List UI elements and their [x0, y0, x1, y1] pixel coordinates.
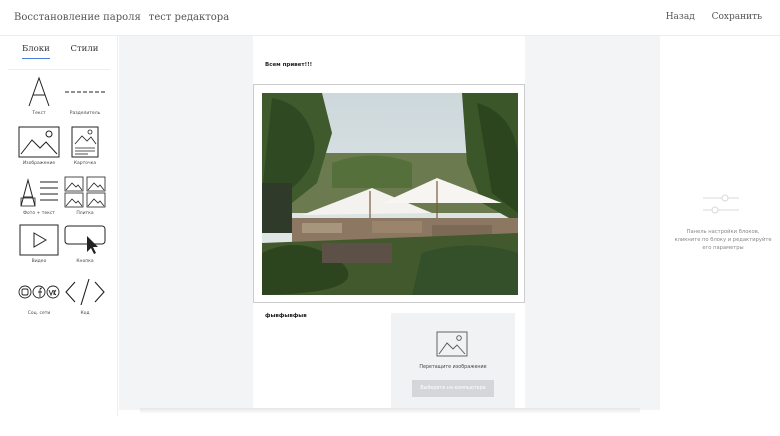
page-title: Восстановление пароля тест редактора — [14, 12, 229, 23]
block-social[interactable]: Соц. сети — [16, 276, 62, 316]
text-block[interactable]: фывфывфыв — [265, 313, 307, 319]
canvas-bottom-shadow — [140, 408, 640, 414]
block-code[interactable]: Код — [62, 276, 108, 316]
card-icon — [71, 126, 99, 158]
back-button[interactable]: Назад — [666, 12, 695, 22]
tiles-icon — [64, 176, 106, 208]
terrace-photo — [262, 93, 518, 295]
blocks-sidebar: Блоки Стили Текст Разделитель Изображени… — [0, 36, 118, 416]
block-label: Видео — [31, 259, 47, 264]
dropzone-text: Перетащите изображение — [419, 365, 487, 370]
block-divider[interactable]: Разделитель — [62, 76, 108, 116]
block-label: Разделитель — [69, 111, 101, 116]
block-label: Текст — [32, 111, 46, 116]
block-label: Кнопка — [76, 259, 94, 264]
editor-canvas: Всем привет!!! фывфывфыв Перетащите изоб… — [119, 36, 660, 410]
image-icon — [18, 126, 60, 158]
settings-panel: Панель настройки блоков, кликните по бло… — [661, 36, 780, 416]
image-block[interactable] — [253, 84, 525, 303]
tab-divider — [8, 69, 110, 70]
block-label: Карточка — [73, 161, 97, 166]
greeting-text-block[interactable]: Всем привет!!! — [265, 62, 312, 68]
block-label: Фото + текст — [23, 211, 55, 216]
video-icon — [19, 224, 59, 256]
social-icon — [18, 285, 60, 299]
button-icon — [64, 225, 106, 254]
block-tiles[interactable]: Плитка — [62, 176, 108, 216]
code-icon — [65, 278, 105, 306]
subtitle-text: тест редактора — [148, 12, 230, 23]
tab-styles[interactable]: Стили — [70, 44, 98, 58]
email-page: Всем привет!!! фывфывфыв Перетащите изоб… — [253, 36, 525, 410]
title-text: Восстановление пароля — [14, 12, 141, 23]
tab-blocks[interactable]: Блоки — [22, 44, 50, 59]
block-photo-text[interactable]: Фото + текст — [16, 176, 62, 216]
image-placeholder-icon — [436, 331, 468, 357]
image-dropzone[interactable]: Перетащите изображение Выберите на компь… — [391, 313, 515, 410]
block-label: Код — [80, 311, 90, 316]
block-card[interactable]: Карточка — [62, 126, 108, 166]
settings-hint: Панель настройки блоков, кликните по бло… — [674, 229, 772, 251]
header-actions: Назад Сохранить — [652, 12, 762, 22]
save-button[interactable]: Сохранить — [712, 12, 762, 22]
photo-text-icon — [20, 178, 58, 207]
block-label: Плитка — [76, 211, 94, 216]
block-label: Соц. сети — [27, 311, 51, 316]
top-bar: Восстановление пароля тест редактора Наза… — [0, 0, 780, 36]
sliders-icon — [703, 194, 739, 214]
block-label: Изображение — [22, 161, 56, 166]
divider-icon — [65, 91, 105, 93]
choose-file-button[interactable]: Выберите на компьютере — [412, 380, 494, 397]
block-text[interactable]: Текст — [16, 76, 62, 116]
block-image[interactable]: Изображение — [16, 126, 62, 166]
block-button[interactable]: Кнопка — [62, 224, 108, 264]
block-video[interactable]: Видео — [16, 224, 62, 264]
sidebar-tabs: Блоки Стили — [22, 44, 116, 59]
text-icon — [28, 76, 50, 107]
photo-image — [262, 93, 518, 295]
